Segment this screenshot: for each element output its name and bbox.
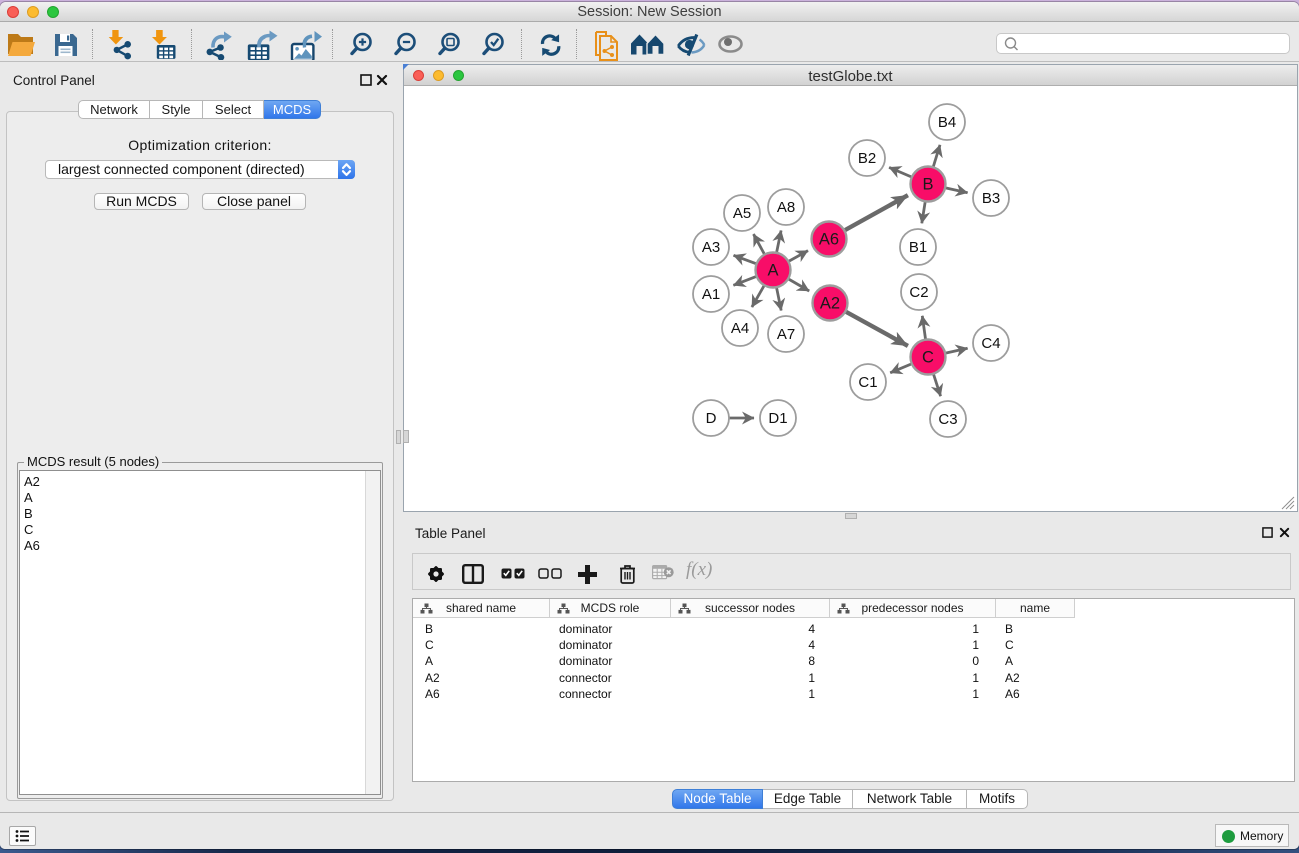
svg-text:A5: A5 bbox=[733, 205, 751, 222]
svg-text:C3: C3 bbox=[938, 411, 957, 428]
svg-text:B1: B1 bbox=[909, 239, 927, 256]
svg-text:B4: B4 bbox=[938, 114, 956, 131]
svg-text:D: D bbox=[706, 410, 717, 427]
svg-text:A4: A4 bbox=[731, 320, 749, 337]
svg-text:A2: A2 bbox=[820, 295, 840, 313]
svg-text:C1: C1 bbox=[858, 374, 877, 391]
svg-text:C: C bbox=[922, 349, 934, 367]
svg-text:A7: A7 bbox=[777, 326, 795, 343]
svg-text:A: A bbox=[767, 262, 778, 280]
svg-text:C2: C2 bbox=[909, 284, 928, 301]
svg-text:A8: A8 bbox=[777, 199, 795, 216]
svg-text:A6: A6 bbox=[819, 231, 839, 249]
svg-text:D1: D1 bbox=[768, 410, 787, 427]
svg-text:A3: A3 bbox=[702, 239, 720, 256]
svg-text:B: B bbox=[922, 176, 933, 194]
svg-text:A1: A1 bbox=[702, 286, 720, 303]
svg-text:C4: C4 bbox=[981, 335, 1000, 352]
svg-text:B2: B2 bbox=[858, 150, 876, 167]
svg-text:B3: B3 bbox=[982, 190, 1000, 207]
